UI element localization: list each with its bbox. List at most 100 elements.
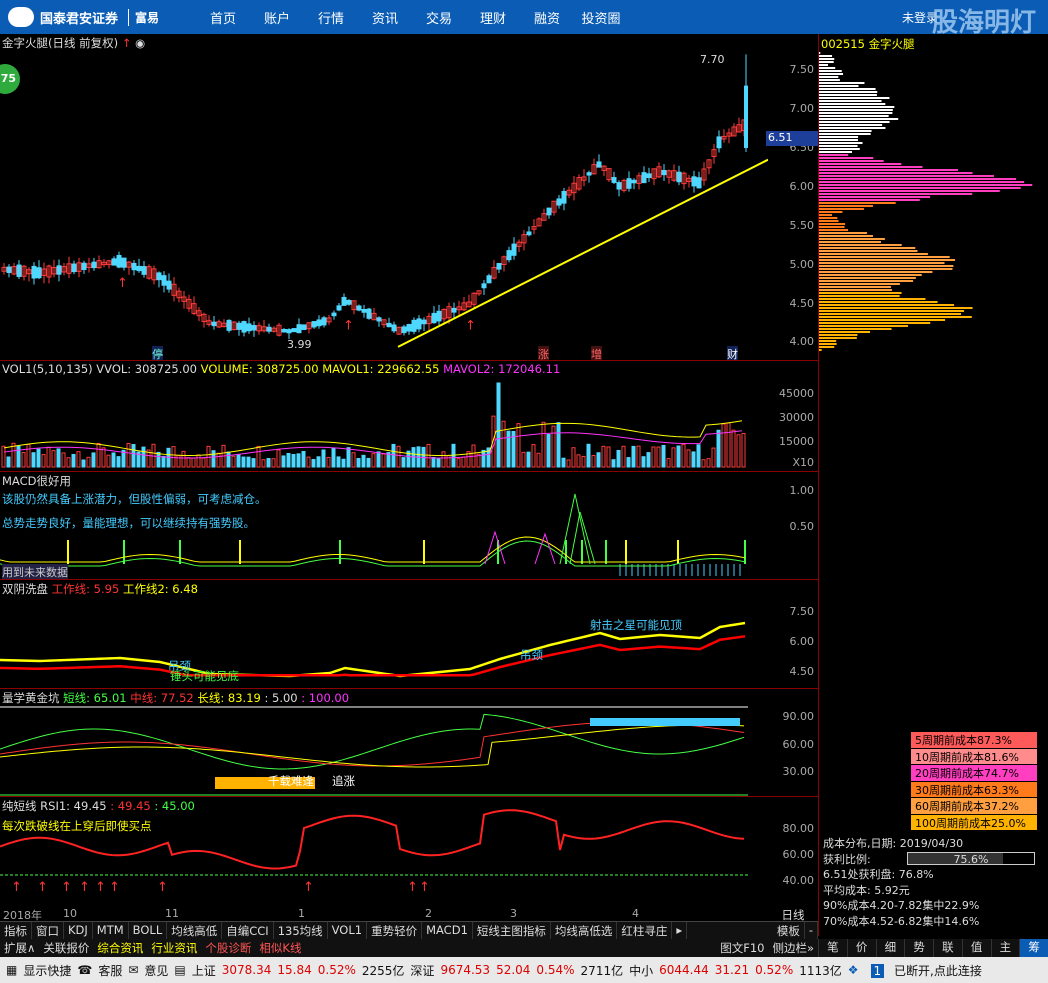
chip-histogram[interactable] xyxy=(819,52,1048,362)
period-selector[interactable]: 日线 xyxy=(768,907,818,922)
macd-chart[interactable] xyxy=(0,472,768,579)
cost-legend-item[interactable]: 30周期前成本63.3% xyxy=(911,781,1037,797)
rtab-detail[interactable]: 细 xyxy=(875,939,905,957)
nav-item-account[interactable]: 账户 xyxy=(250,8,304,27)
rsi-chart[interactable]: ↑ ↑ ↑ ↑ ↑ ↑ ↑ ↑ ↑ ↑ xyxy=(0,797,768,907)
buy-arrow-icon: ↑ xyxy=(157,880,168,895)
candle-body xyxy=(111,258,117,266)
rtab-link[interactable]: 联 xyxy=(933,939,962,957)
double-yin-panel[interactable]: 双阴洗盘 工作线: 5.95 工作线2: 6.48 锤头可能见底 吊颈 射击之星… xyxy=(0,580,768,688)
cost-legend-item[interactable]: 60周期前成本37.2% xyxy=(911,798,1037,814)
candle-body xyxy=(31,265,37,279)
tab-red-bar[interactable]: 红柱寻庄 xyxy=(617,922,673,939)
chip-bar xyxy=(819,166,923,168)
tab-f10[interactable]: 图文F10 xyxy=(716,939,768,957)
volume-bar xyxy=(126,443,131,468)
tab-macd1[interactable]: MACD1 xyxy=(422,922,473,939)
volume-bar xyxy=(141,446,146,468)
volume-bars[interactable] xyxy=(0,361,768,471)
zx-label[interactable]: 中小 xyxy=(629,962,653,979)
cost-legend-item[interactable]: 100周期前成本25.0% xyxy=(911,814,1037,830)
tab-window[interactable]: 窗口 xyxy=(32,922,64,939)
feedback-icon[interactable]: ✉ xyxy=(128,963,138,977)
connection-status[interactable]: 1 已断开,点此连接 xyxy=(865,962,982,979)
nav-item-news[interactable]: 资讯 xyxy=(358,8,412,27)
cost-legend-label: 60周期前成本37.2% xyxy=(915,800,1019,813)
volume-bar xyxy=(61,452,66,468)
chip-distribution-panel[interactable]: 002515 金字火腿 5周期前成本87.3% 10周期前成本81.6% 20周… xyxy=(818,34,1048,936)
service-link[interactable]: 客服 xyxy=(98,962,122,979)
rtab-price[interactable]: 价 xyxy=(846,939,876,957)
tab-minus[interactable]: - xyxy=(805,922,818,939)
volume-bar xyxy=(51,450,56,468)
volume-bar xyxy=(641,456,646,468)
price-tick: 5.50 xyxy=(789,219,815,232)
tab-ma-hilo[interactable]: 均线高低 xyxy=(167,922,223,939)
price-panel[interactable]: 金字火腿(日线 前复权) ↑ ◉ 75 ↑ ↑ ↑ 7.70 3.99 停 涨 增 … xyxy=(0,34,768,360)
headset-icon[interactable]: ☎ xyxy=(77,963,92,977)
tab-custom-cci[interactable]: 自编CCI xyxy=(222,922,274,939)
macd-panel[interactable]: MACD很好用 该股仍然具备上涨潜力，但股性偏弱，可考虑减仓。 总势走势良好，量… xyxy=(0,472,768,579)
event-mark-increase[interactable]: 增 xyxy=(591,346,602,360)
tab-related-quote[interactable]: 关联报价 xyxy=(39,939,93,957)
chip-bar xyxy=(819,103,886,105)
rtab-chips[interactable]: 筹 xyxy=(1019,939,1048,957)
nav-item-community[interactable]: 投资圈 xyxy=(574,8,628,27)
nav-item-home[interactable]: 首页 xyxy=(196,8,250,27)
volume-bar xyxy=(576,454,581,468)
tab-kdj[interactable]: KDJ xyxy=(64,922,93,939)
stats-date: 成本分布,日期: 2019/04/30 xyxy=(823,837,964,850)
tab-expand[interactable]: 扩展∧ xyxy=(0,939,39,957)
rtab-trades[interactable]: 笔 xyxy=(818,939,847,957)
tab-similar-k[interactable]: 相似K线 xyxy=(255,939,305,957)
event-mark-rise[interactable]: 涨 xyxy=(538,346,549,360)
tab-trend[interactable]: 重势轻价 xyxy=(367,922,423,939)
tab-diagnosis[interactable]: 个股诊断 xyxy=(201,939,255,957)
tab-indicator[interactable]: 指标 xyxy=(0,922,32,939)
show-shortcut[interactable]: 显示快捷 xyxy=(23,962,71,979)
candlestick-chart[interactable]: ↑ ↑ ↑ xyxy=(0,34,768,360)
candle-body xyxy=(646,173,652,179)
vol-tick: 45000 xyxy=(779,387,814,400)
tab-boll[interactable]: BOLL xyxy=(129,922,168,939)
volume-bar xyxy=(301,450,306,468)
rtab-trend[interactable]: 势 xyxy=(904,939,933,957)
event-mark-halt[interactable]: 停 xyxy=(152,346,163,360)
golden-pit-chart[interactable] xyxy=(0,689,768,796)
tab-industry-news[interactable]: 行业资讯 xyxy=(147,939,201,957)
feedback-link[interactable]: 意见 xyxy=(144,962,168,979)
sz-label[interactable]: 深证 xyxy=(410,962,434,979)
candle-body xyxy=(301,324,307,331)
chip-bar xyxy=(819,169,958,171)
volume-bar xyxy=(336,456,341,468)
event-mark-financial[interactable]: 财 xyxy=(727,346,738,360)
cost-legend-item[interactable]: 10周期前成本81.6% xyxy=(911,748,1037,764)
candle-body xyxy=(91,261,97,269)
tab-ma-select[interactable]: 均线高低选 xyxy=(551,922,618,939)
tab-ma135[interactable]: 135均线 xyxy=(274,922,328,939)
double-yin-chart[interactable] xyxy=(0,580,768,688)
rtab-value[interactable]: 值 xyxy=(961,939,991,957)
rsi-panel[interactable]: 纯短线 RSI1: 49.45 : 49.45 : 45.00 每次跌破线在上穿… xyxy=(0,797,768,907)
sh-label[interactable]: 上证 xyxy=(192,962,216,979)
tab-short-main[interactable]: 短线主图指标 xyxy=(473,922,551,939)
tab-sidebar[interactable]: 侧边栏» xyxy=(768,939,818,957)
tab-more-icon[interactable]: ▸ xyxy=(672,922,688,939)
volume-panel[interactable]: VOL1(5,10,135) VVOL: 308725.00 VOLUME: 3… xyxy=(0,361,768,471)
grid-icon[interactable]: ▦ xyxy=(6,963,17,977)
rtab-main[interactable]: 主 xyxy=(990,939,1020,957)
chip-bar xyxy=(819,79,840,81)
sy-label-hanging-2: 吊颈 xyxy=(168,659,191,673)
tab-mtm[interactable]: MTM xyxy=(93,922,129,939)
nav-item-margin[interactable]: 融资 xyxy=(520,8,574,27)
golden-pit-panel[interactable]: 量学黄金坑 短线: 65.01 中线: 77.52 长线: 83.19 : 5.… xyxy=(0,689,768,796)
tab-template[interactable]: 模板 xyxy=(773,922,805,939)
tab-vol1[interactable]: VOL1 xyxy=(328,922,368,939)
nav-item-finance[interactable]: 理财 xyxy=(466,8,520,27)
tab-general-news[interactable]: 综合资讯 xyxy=(93,939,147,957)
cost-legend-item[interactable]: 5周期前成本87.3% xyxy=(911,732,1037,748)
cost-legend-item[interactable]: 20周期前成本74.7% xyxy=(911,765,1037,781)
nav-item-quotes[interactable]: 行情 xyxy=(304,8,358,27)
nav-item-trade[interactable]: 交易 xyxy=(412,8,466,27)
candle-body xyxy=(431,312,437,324)
